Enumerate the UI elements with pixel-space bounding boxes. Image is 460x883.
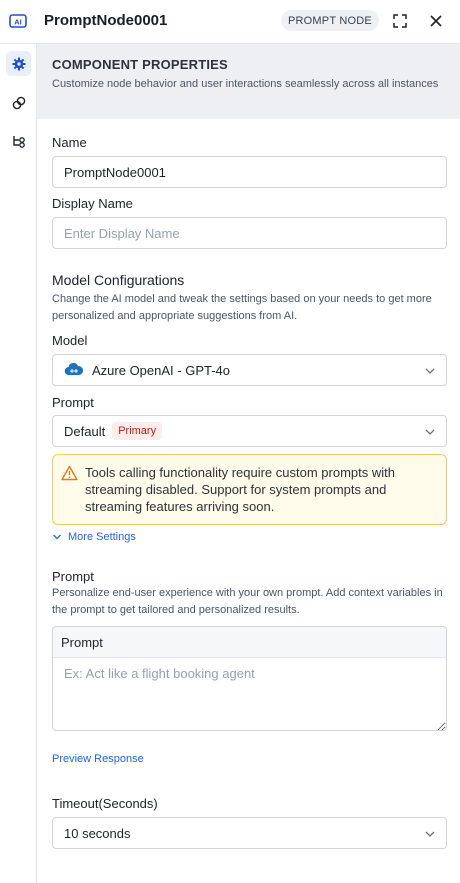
close-icon <box>430 15 442 27</box>
warning-alert: Tools calling functionality require cust… <box>52 454 447 525</box>
properties-panel: COMPONENT PROPERTIES Customize node beha… <box>37 44 460 883</box>
warning-text: Tools calling functionality require cust… <box>85 465 395 514</box>
side-rail <box>0 44 37 883</box>
display-name-label: Display Name <box>52 196 133 211</box>
azure-openai-icon <box>64 363 84 376</box>
chevron-down-icon <box>425 831 435 837</box>
chevron-down-icon <box>425 368 435 374</box>
gear-icon <box>12 57 25 70</box>
chevron-down-icon <box>425 429 435 435</box>
rail-item-connections[interactable] <box>6 90 31 115</box>
timeout-value: 10 seconds <box>64 825 131 841</box>
properties-banner: COMPONENT PROPERTIES Customize node beha… <box>37 44 460 119</box>
close-button[interactable] <box>426 11 446 31</box>
chevron-down-icon <box>53 534 61 540</box>
warning-icon <box>61 465 78 481</box>
banner-description: Customize node behavior and user interac… <box>52 78 439 90</box>
model-label: Model <box>52 333 88 348</box>
display-name-input[interactable] <box>52 217 447 249</box>
preview-response-link[interactable]: Preview Response <box>52 753 144 765</box>
panel-header: AI PromptNode0001 PROMPT NODE <box>0 0 460 44</box>
name-label: Name <box>52 135 87 150</box>
timeout-select[interactable]: 10 seconds <box>52 817 447 849</box>
rail-item-properties[interactable] <box>6 51 31 76</box>
prompt-editor: Prompt <box>52 626 447 731</box>
model-config-title: Model Configurations <box>52 272 185 288</box>
prompt-select-label: Prompt <box>52 395 94 410</box>
flow-icon <box>12 135 25 148</box>
preview-response-label: Preview Response <box>52 753 144 765</box>
timeout-label: Timeout(Seconds) <box>52 796 158 811</box>
rail-item-flow[interactable] <box>6 129 31 154</box>
expand-button[interactable] <box>390 11 410 31</box>
node-type-badge: PROMPT NODE <box>281 10 379 31</box>
name-input[interactable] <box>52 156 447 188</box>
expand-icon <box>393 14 407 28</box>
svg-text:AI: AI <box>14 17 22 26</box>
custom-prompt-description: Personalize end-user experience with you… <box>52 587 443 616</box>
ai-logo-icon: AI <box>8 12 28 30</box>
more-settings-label: More Settings <box>68 531 136 543</box>
node-title: PromptNode0001 <box>44 12 168 29</box>
prompt-select-value: Default <box>64 423 106 439</box>
prompt-select[interactable]: Default Primary <box>52 415 447 447</box>
prompt-textarea[interactable] <box>53 658 446 730</box>
primary-badge: Primary <box>112 422 163 440</box>
link-icon <box>12 96 25 109</box>
model-value: Azure OpenAI - GPT-4o <box>92 362 231 378</box>
prompt-editor-header: Prompt <box>53 627 446 658</box>
model-select[interactable]: Azure OpenAI - GPT-4o <box>52 354 447 386</box>
custom-prompt-title: Prompt <box>52 569 94 584</box>
banner-title: COMPONENT PROPERTIES <box>52 57 228 72</box>
more-settings-link[interactable]: More Settings <box>52 531 136 543</box>
model-config-description: Change the AI model and tweak the settin… <box>52 293 432 322</box>
